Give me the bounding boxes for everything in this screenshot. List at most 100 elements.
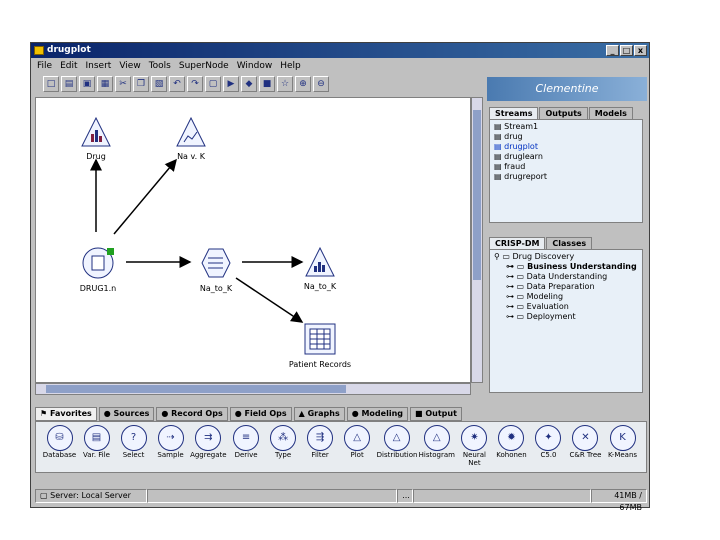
aggregate-icon: ⇉ bbox=[195, 425, 222, 451]
histogram-icon bbox=[305, 246, 335, 277]
close-button[interactable]: x bbox=[634, 45, 647, 56]
palette-k-means[interactable]: K K-Means bbox=[605, 425, 640, 469]
tree-item[interactable]: ⊶ ▭ Business Understanding bbox=[494, 262, 638, 272]
palette-filter[interactable]: ⇶ Filter bbox=[303, 425, 338, 469]
list-item[interactable]: ▤ drug bbox=[494, 132, 638, 142]
tab-favorites[interactable]: ⚑ Favorites bbox=[35, 407, 97, 421]
tab-streams[interactable]: Streams bbox=[489, 107, 539, 119]
database-icon: ⛁ bbox=[46, 425, 73, 451]
undo-icon[interactable]: ↶ bbox=[169, 76, 185, 92]
filter-icon: ⇶ bbox=[307, 425, 334, 451]
node-na-to-k-histogram[interactable]: Na_to_K bbox=[294, 246, 346, 291]
palette-select[interactable]: ? Select bbox=[116, 425, 151, 469]
supernode-icon[interactable]: ☆ bbox=[277, 76, 293, 92]
palette-neural-net[interactable]: ✷ Neural Net bbox=[457, 425, 492, 469]
tree-root[interactable]: ⚲ ▭ Drug Discovery bbox=[494, 252, 638, 262]
node-label: Patient Records bbox=[288, 360, 352, 369]
menu-help[interactable]: Help bbox=[280, 59, 301, 73]
zoom-out-icon[interactable]: ⊖ bbox=[313, 76, 329, 92]
node-label: DRUG1.n bbox=[79, 284, 117, 293]
node-label: Na v. K bbox=[177, 152, 205, 161]
k-means-icon: K bbox=[609, 425, 636, 451]
palette-derive[interactable]: ≡ Derive bbox=[229, 425, 264, 469]
kohonen-icon: ✹ bbox=[498, 425, 525, 451]
canvas-vertical-scrollbar[interactable] bbox=[471, 97, 483, 383]
menu-insert[interactable]: Insert bbox=[86, 59, 112, 73]
menu-window[interactable]: Window bbox=[237, 59, 273, 73]
menu-view[interactable]: View bbox=[119, 59, 140, 73]
tab-field-ops[interactable]: ● Field Ops bbox=[229, 407, 292, 421]
tab-output[interactable]: ■ Output bbox=[409, 407, 462, 421]
tab-record-ops[interactable]: ● Record Ops bbox=[156, 407, 228, 421]
streams-list: ▤ Stream1 ▤ drug ▤ drugplot ▤ druglearn … bbox=[489, 119, 643, 223]
properties-icon[interactable]: ▢ bbox=[205, 76, 221, 92]
tree-item[interactable]: ⊶ ▭ Data Understanding bbox=[494, 272, 638, 282]
menu-edit[interactable]: Edit bbox=[60, 59, 77, 73]
new-icon[interactable]: □ bbox=[43, 76, 59, 92]
tab-classes[interactable]: Classes bbox=[546, 237, 593, 249]
palette-kohonen[interactable]: ✹ Kohonen bbox=[494, 425, 529, 469]
palette-aggregate[interactable]: ⇉ Aggregate bbox=[190, 425, 227, 469]
server-status[interactable]: ▢ Server: Local Server bbox=[35, 489, 148, 503]
tree-item[interactable]: ⊶ ▭ Modeling bbox=[494, 292, 638, 302]
window-title: drugplot bbox=[47, 45, 91, 55]
app-window: drugplot _ □ x File Edit Insert View Too… bbox=[30, 42, 650, 512]
toolbar: □ ▤ ▣ ▦ ✂ ❐ ▧ ↶ ↷ ▢ ▶ ◆ ■ ☆ ⊕ ⊖ bbox=[33, 75, 483, 93]
redo-icon[interactable]: ↷ bbox=[187, 76, 203, 92]
zoom-in-icon[interactable]: ⊕ bbox=[295, 76, 311, 92]
tab-sources[interactable]: ● Sources bbox=[98, 407, 155, 421]
palette-cr-tree[interactable]: ✕ C&R Tree bbox=[568, 425, 603, 469]
palette-distribution[interactable]: △ Distribution bbox=[377, 425, 417, 469]
palette-type[interactable]: ⁂ Type bbox=[266, 425, 301, 469]
status-bar: ▢ Server: Local Server ... 41MB / 67MB bbox=[35, 489, 647, 512]
distribution-icon bbox=[81, 116, 111, 147]
stop-icon[interactable]: ■ bbox=[259, 76, 275, 92]
status-button[interactable]: ... bbox=[397, 489, 414, 503]
tab-outputs[interactable]: Outputs bbox=[539, 107, 588, 119]
tree-item[interactable]: ⊶ ▭ Evaluation bbox=[494, 302, 638, 312]
node-label: Na_to_K bbox=[303, 282, 337, 291]
menu-supernode[interactable]: SuperNode bbox=[179, 59, 229, 73]
palette-database[interactable]: ⛁ Database bbox=[42, 425, 77, 469]
manager-panel: Clementine Streams Outputs Models ▤ Stre… bbox=[487, 77, 647, 395]
node-drug1n[interactable]: DRUG1.n bbox=[72, 246, 124, 293]
distribution-icon: △ bbox=[383, 425, 410, 451]
node-drug[interactable]: Drug bbox=[74, 116, 118, 161]
canvas-horizontal-scrollbar[interactable] bbox=[35, 383, 471, 395]
node-patient-records[interactable]: Patient Records bbox=[280, 322, 360, 369]
menu-file[interactable]: File bbox=[37, 59, 52, 73]
palette-plot[interactable]: △ Plot bbox=[340, 425, 375, 469]
menu-tools[interactable]: Tools bbox=[149, 59, 171, 73]
execute-selection-icon[interactable]: ◆ bbox=[241, 76, 257, 92]
palette-tabs: ⚑ Favorites ● Sources ● Record Ops ● Fie… bbox=[35, 407, 647, 421]
tree-item[interactable]: ⊶ ▭ Deployment bbox=[494, 312, 638, 322]
paste-icon[interactable]: ▧ bbox=[151, 76, 167, 92]
execute-icon[interactable]: ▶ bbox=[223, 76, 239, 92]
list-item[interactable]: ▤ fraud bbox=[494, 162, 638, 172]
save-icon[interactable]: ▣ bbox=[79, 76, 95, 92]
stream-canvas[interactable]: Drug Na v. K DRUG1.n Na_to_K Na_to_K Pat… bbox=[35, 97, 471, 383]
open-icon[interactable]: ▤ bbox=[61, 76, 77, 92]
copy-icon[interactable]: ❐ bbox=[133, 76, 149, 92]
list-item[interactable]: ▤ drugplot bbox=[494, 142, 638, 152]
minimize-button[interactable]: _ bbox=[606, 45, 619, 56]
tab-graphs[interactable]: ▲ Graphs bbox=[293, 407, 345, 421]
palette-c50[interactable]: ✦ C5.0 bbox=[531, 425, 566, 469]
palette-histogram[interactable]: △ Histogram bbox=[419, 425, 455, 469]
list-item[interactable]: ▤ drugreport bbox=[494, 172, 638, 182]
node-na-v-k[interactable]: Na v. K bbox=[166, 116, 216, 161]
tab-models[interactable]: Models bbox=[588, 107, 633, 119]
tab-crisp-dm[interactable]: CRISP-DM bbox=[489, 237, 546, 249]
tab-modeling[interactable]: ● Modeling bbox=[346, 407, 408, 421]
maximize-button[interactable]: □ bbox=[620, 45, 633, 56]
palette-var-file[interactable]: ▤ Var. File bbox=[79, 425, 114, 469]
table-icon bbox=[304, 323, 336, 355]
cut-icon[interactable]: ✂ bbox=[115, 76, 131, 92]
print-icon[interactable]: ▦ bbox=[97, 76, 113, 92]
derive-icon bbox=[201, 248, 231, 278]
list-item[interactable]: ▤ druglearn bbox=[494, 152, 638, 162]
list-item[interactable]: ▤ Stream1 bbox=[494, 122, 638, 132]
tree-item[interactable]: ⊶ ▭ Data Preparation bbox=[494, 282, 638, 292]
node-na-to-k-derive[interactable]: Na_to_K bbox=[190, 246, 242, 293]
palette-sample[interactable]: ⇢ Sample bbox=[153, 425, 188, 469]
